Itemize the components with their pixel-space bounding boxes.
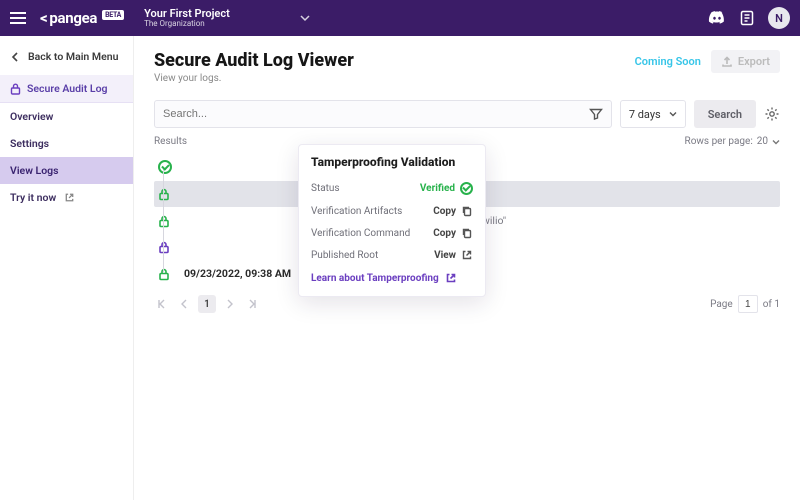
popover-title: Tamperproofing Validation [311, 155, 473, 169]
sidebar: Back to Main Menu Secure Audit Log Overv… [0, 36, 134, 500]
page-last-button[interactable] [244, 296, 260, 312]
lock-icon [158, 268, 170, 280]
check-circle-icon [460, 182, 473, 195]
log-time: 09/23/2022, 09:38 AM [184, 267, 294, 280]
page-title: Secure Audit Log Viewer [154, 50, 354, 71]
sidebar-item-overview[interactable]: Overview [0, 103, 133, 130]
search-bar: 7 days Search [154, 100, 780, 128]
lock-icon [158, 215, 170, 227]
arrow-left-icon [10, 51, 22, 63]
popover-row-status: Status Verified [311, 177, 473, 200]
upload-icon [721, 56, 733, 68]
topbar: <pangea BETA Your First Project The Orga… [0, 0, 800, 36]
popover-row-artifacts[interactable]: Verification Artifacts Copy [311, 200, 473, 222]
menu-icon[interactable] [10, 8, 30, 28]
avatar[interactable]: N [768, 7, 790, 29]
popover-row-published-root[interactable]: Published Root View [311, 244, 473, 266]
page-next-button[interactable] [222, 296, 238, 312]
search-button[interactable]: Search [694, 100, 756, 128]
learn-tamperproofing-link[interactable]: Learn about Tamperproofing [311, 272, 473, 284]
search-input[interactable] [163, 108, 589, 120]
page-subtitle: View your logs. [154, 73, 354, 84]
external-link-icon [461, 249, 473, 261]
main-content: Secure Audit Log Viewer View your logs. … [134, 36, 800, 500]
external-link-icon [64, 192, 75, 203]
check-circle-icon [158, 160, 172, 174]
lock-icon [10, 83, 21, 95]
gear-icon[interactable] [764, 106, 780, 122]
sidebar-item-try-it-now[interactable]: Try it now [0, 184, 133, 211]
chevron-down-icon[interactable] [300, 13, 310, 23]
copy-icon [461, 227, 473, 239]
tamperproofing-popover: Tamperproofing Validation Status Verifie… [298, 144, 486, 297]
topbar-actions: N [708, 7, 790, 29]
page-number-current[interactable]: 1 [198, 295, 216, 313]
caret-down-icon [669, 110, 677, 118]
coming-soon-label: Coming Soon [635, 55, 701, 68]
docs-icon[interactable] [738, 9, 756, 27]
sidebar-item-view-logs[interactable]: View Logs [0, 157, 133, 184]
search-input-wrap[interactable] [154, 100, 612, 128]
discord-icon[interactable] [708, 9, 726, 27]
external-link-icon [445, 272, 457, 284]
back-to-main[interactable]: Back to Main Menu [0, 46, 133, 75]
project-selector[interactable]: Your First Project The Organization [144, 8, 230, 29]
results-label: Results [154, 136, 187, 147]
pagination: 1 [154, 295, 260, 313]
beta-badge: BETA [102, 10, 124, 20]
page-prev-button[interactable] [176, 296, 192, 312]
rows-per-page[interactable]: Rows per page: 20 [685, 136, 780, 147]
export-button: Export [711, 50, 780, 73]
caret-down-icon [772, 138, 780, 146]
date-range-select[interactable]: 7 days [620, 100, 686, 128]
popover-row-command[interactable]: Verification Command Copy [311, 222, 473, 244]
filter-icon[interactable] [589, 107, 603, 121]
sidebar-section-title[interactable]: Secure Audit Log [0, 75, 133, 103]
lock-icon [158, 241, 170, 253]
org-name: The Organization [144, 20, 230, 29]
sidebar-item-settings[interactable]: Settings [0, 130, 133, 157]
project-name: Your First Project [144, 8, 230, 20]
logo[interactable]: <pangea BETA [40, 9, 124, 27]
page-indicator: Page of 1 [710, 295, 780, 313]
copy-icon [461, 205, 473, 217]
lock-icon [158, 188, 170, 200]
page-first-button[interactable] [154, 296, 170, 312]
page-input[interactable] [738, 295, 758, 313]
